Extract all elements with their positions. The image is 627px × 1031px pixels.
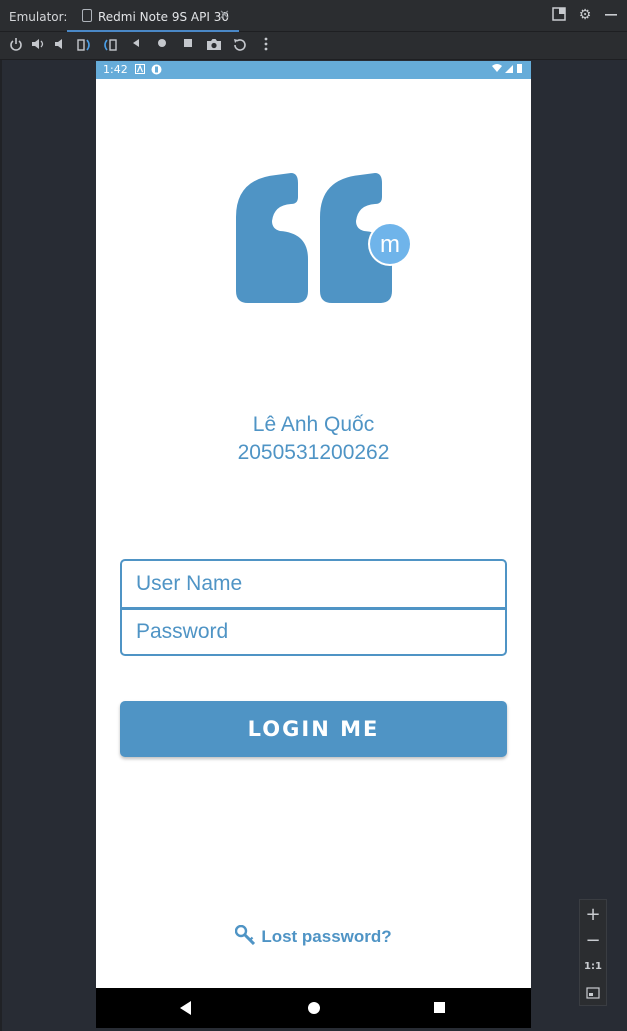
nav-home-icon[interactable]	[308, 1002, 320, 1014]
phone-screen[interactable]: 1:42 m Lê Anh Quốc 2050531200262 LOGIN M…	[96, 61, 531, 1028]
password-input[interactable]	[122, 610, 505, 654]
app-logo-quote-icon: m	[236, 173, 412, 303]
more-icon[interactable]	[258, 37, 274, 53]
nav-back-icon[interactable]	[180, 1001, 191, 1015]
volume-up-icon[interactable]	[30, 37, 46, 53]
zoom-panel: + − 1:1	[579, 899, 607, 1006]
student-id: 2050531200262	[237, 441, 390, 464]
zoom-in-button[interactable]: +	[580, 904, 606, 925]
device-icon	[82, 9, 92, 22]
back-icon[interactable]	[128, 37, 144, 53]
key-icon	[235, 925, 256, 945]
username-field[interactable]	[120, 559, 507, 609]
logo-badge-letter: m	[380, 231, 400, 258]
minimize-icon[interactable]	[603, 7, 619, 23]
close-tab-icon[interactable]: ✕	[219, 8, 230, 23]
student-name: Lê Anh Quốc	[252, 413, 375, 436]
notification-circle-icon	[151, 64, 162, 75]
notification-a-icon	[134, 64, 145, 75]
username-input[interactable]	[122, 561, 505, 607]
device-tab-label: Redmi Note 9S API 30	[98, 10, 229, 24]
android-nav-bar	[96, 988, 531, 1028]
status-bar: 1:42	[96, 61, 531, 79]
power-icon[interactable]	[8, 37, 24, 53]
emulator-titlebar: Emulator: Redmi Note 9S API 30 ✕ ⚙	[0, 0, 627, 32]
settings-gear-icon[interactable]: ⚙	[577, 7, 593, 23]
signal-icon	[505, 65, 513, 73]
tool-window-label: Emulator:	[9, 10, 68, 24]
layout-icon[interactable]	[551, 7, 567, 23]
status-time: 1:42	[103, 63, 128, 76]
rotate-left-icon[interactable]	[76, 37, 92, 53]
lost-password-label[interactable]: Lost password?	[261, 927, 391, 946]
volume-down-icon[interactable]	[52, 37, 68, 53]
battery-icon	[517, 64, 522, 73]
zoom-fit-icon[interactable]	[580, 984, 606, 1003]
wifi-icon	[492, 64, 502, 72]
password-field[interactable]	[120, 608, 507, 656]
camera-icon[interactable]	[206, 37, 222, 53]
zoom-actual-size-button[interactable]: 1:1	[580, 961, 606, 972]
lost-password-link[interactable]: Lost password?	[96, 925, 531, 947]
nav-recents-icon[interactable]	[434, 1002, 445, 1013]
home-icon[interactable]	[154, 37, 170, 53]
left-divider	[0, 60, 2, 1031]
zoom-out-button[interactable]: −	[580, 930, 606, 951]
status-right-icons	[491, 63, 525, 77]
login-button[interactable]: LOGIN ME	[120, 701, 507, 757]
snapshot-icon[interactable]	[232, 37, 248, 53]
rotate-right-icon[interactable]	[102, 37, 118, 53]
emulator-toolbar	[0, 32, 627, 60]
device-tab[interactable]: Redmi Note 9S API 30 ✕	[67, 0, 239, 32]
overview-icon[interactable]	[180, 37, 196, 53]
